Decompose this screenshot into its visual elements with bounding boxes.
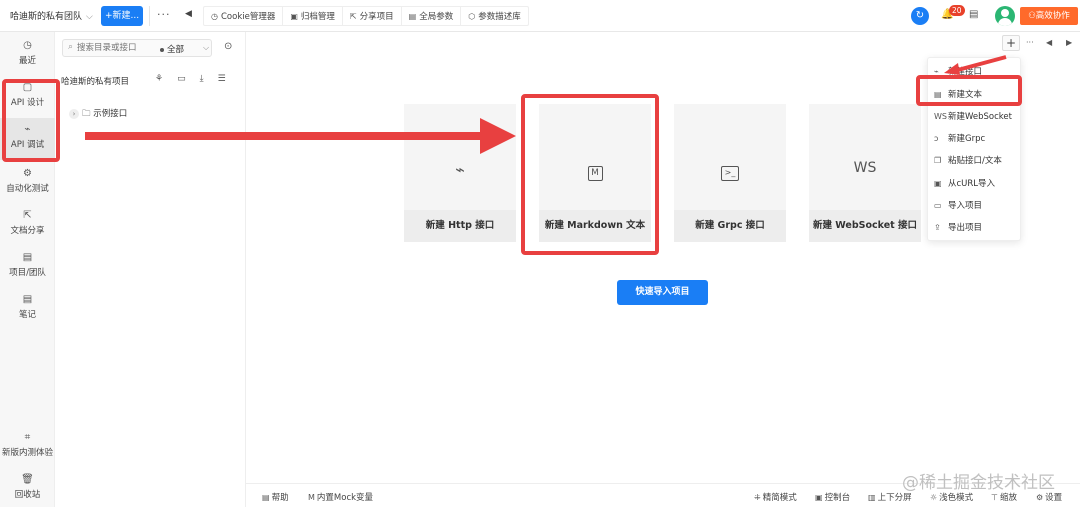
mock-vars-button[interactable]: M 内置Mock变量 bbox=[308, 491, 373, 503]
prev-tab-icon[interactable]: ◀ bbox=[1046, 38, 1052, 47]
nav-item-doc-share[interactable]: ⇱ 文档分享 bbox=[0, 210, 55, 236]
menu-item-curl-import[interactable]: ▣ 从cURL导入 bbox=[934, 177, 1020, 189]
tab-share-project[interactable]: ⇱ 分享项目 bbox=[343, 7, 402, 25]
split-icon: ▥ bbox=[868, 493, 876, 502]
websocket-icon: WS bbox=[853, 160, 877, 176]
note-icon: ▤ bbox=[22, 294, 33, 305]
tree-item[interactable]: › 🗀 示例接口 bbox=[69, 107, 127, 122]
compact-icon: ⁜ bbox=[754, 493, 761, 502]
document-icon[interactable]: ▤ bbox=[969, 9, 978, 20]
automation-icon: ⚙ bbox=[23, 168, 32, 179]
highlight-new-text bbox=[916, 75, 1022, 106]
annotation-arrow-small bbox=[944, 55, 1007, 75]
toolbar-tabs: ◷ Cookie管理器 ▣ 归档管理 ⇱ 分享项目 ▤ 全局参数 ⬡ 参数描述库 bbox=[203, 6, 529, 26]
chevron-right-icon[interactable]: › bbox=[69, 109, 79, 119]
filter-dot-icon bbox=[160, 47, 164, 52]
back-icon[interactable]: ◀ bbox=[185, 9, 192, 19]
menu-item-export-project[interactable]: ⇪ 导出项目 bbox=[934, 221, 1020, 233]
avatar[interactable] bbox=[995, 6, 1015, 26]
chevron-down-icon: ⌵ bbox=[86, 12, 93, 22]
folder-icon: 🗀 bbox=[82, 109, 91, 119]
more-icon[interactable]: ··· bbox=[157, 8, 171, 21]
websocket-icon: WS bbox=[934, 112, 947, 121]
project-name: 哈迪斯的私有项目 bbox=[61, 77, 130, 87]
zoom-icon: ⊤ bbox=[991, 493, 998, 502]
nav-item-project-team[interactable]: ▤ 项目/团队 bbox=[0, 252, 55, 278]
share-tree-icon[interactable]: ⚘ bbox=[155, 74, 163, 84]
search-box: ⌕ 全部 ⌵ bbox=[62, 39, 212, 57]
menu-item-new-websocket[interactable]: WS新建WebSocket bbox=[934, 110, 1020, 122]
mock-icon: M bbox=[308, 493, 315, 502]
nav-item-notes[interactable]: ▤ 笔记 bbox=[0, 294, 55, 320]
archive-icon: ▣ bbox=[290, 11, 298, 21]
team-selector[interactable]: 哈迪斯的私有团队 ⌵ bbox=[10, 9, 93, 22]
sun-icon: ☼ bbox=[930, 493, 938, 502]
curl-icon: ▣ bbox=[934, 179, 942, 188]
terminal-icon: >_ bbox=[721, 166, 739, 181]
grpc-icon: ↄ bbox=[934, 134, 939, 143]
share-icon: ⇱ bbox=[349, 11, 357, 21]
paste-icon: ❐ bbox=[934, 156, 942, 165]
nav-item-recent[interactable]: ◷ 最近 bbox=[0, 40, 55, 66]
team-name: 哈迪斯的私有团队 bbox=[10, 12, 83, 22]
collaboration-button[interactable]: ⚇高效协作 bbox=[1020, 7, 1078, 25]
tab-param-library[interactable]: ⬡ 参数描述库 bbox=[461, 7, 528, 25]
add-icon[interactable]: + bbox=[1002, 35, 1020, 51]
locate-icon[interactable]: ⊙ bbox=[224, 41, 232, 52]
top-bar: 哈迪斯的私有团队 ⌵ +新建... ··· ◀ ◷ Cookie管理器 ▣ 归档管理 … bbox=[0, 0, 1080, 32]
tab-global-params[interactable]: ▤ 全局参数 bbox=[402, 7, 462, 25]
annotation-arrow bbox=[85, 132, 495, 140]
help-button[interactable]: ▤ 帮助 bbox=[262, 491, 289, 503]
params-icon: ▤ bbox=[408, 11, 417, 21]
console-icon: ▣ bbox=[815, 493, 823, 502]
new-websocket-card[interactable]: WS 新建 WebSocket 接口 bbox=[809, 104, 921, 242]
highlight-markdown-card bbox=[521, 94, 659, 255]
new-folder-icon[interactable]: ▭ bbox=[177, 74, 186, 84]
nav-item-trash[interactable]: 🗑 回收站 bbox=[0, 474, 55, 500]
cube-icon: ⬡ bbox=[468, 11, 476, 21]
divider bbox=[149, 6, 150, 26]
chevron-down-icon[interactable]: ⌵ bbox=[203, 43, 209, 53]
trash-icon: 🗑 bbox=[21, 474, 34, 485]
highlight-nav bbox=[2, 79, 60, 162]
download-icon[interactable]: ⤓ bbox=[200, 74, 204, 84]
compact-mode-button[interactable]: ⁜ 精简模式 bbox=[754, 491, 797, 503]
nav-item-automation[interactable]: ⚙ 自动化测试 bbox=[0, 168, 55, 194]
sort-icon[interactable]: ☰ bbox=[218, 74, 226, 84]
beta-icon: ⌗ bbox=[24, 432, 31, 443]
new-grpc-card[interactable]: >_ 新建 Grpc 接口 bbox=[674, 104, 786, 242]
tab-cookie-manager[interactable]: ◷ Cookie管理器 bbox=[204, 7, 284, 25]
tab-archive[interactable]: ▣ 归档管理 bbox=[283, 7, 343, 25]
sidebar: ⌕ 全部 ⌵ ⊙ 哈迪斯的私有项目 ⚘ ▭ ⤓ ☰ ›🗀 示例接口 bbox=[55, 32, 246, 507]
project-icon: ▤ bbox=[22, 252, 33, 263]
share-icon: ⇱ bbox=[23, 210, 32, 221]
gear-icon: ⚙ bbox=[1036, 493, 1044, 502]
import-icon: ▭ bbox=[934, 201, 942, 210]
clock-icon: ◷ bbox=[23, 40, 32, 51]
new-button[interactable]: +新建... bbox=[101, 6, 143, 26]
menu-item-new-grpc[interactable]: ↄ 新建Grpc bbox=[934, 132, 1020, 144]
help-icon: ▤ bbox=[262, 493, 270, 502]
filter-select[interactable]: 全部 bbox=[160, 43, 184, 55]
project-actions: ⚘ ▭ ⤓ ☰ bbox=[155, 74, 226, 84]
watermark: @稀土掘金技术社区 bbox=[902, 473, 1055, 493]
search-icon: ⌕ bbox=[68, 42, 74, 52]
next-tab-icon[interactable]: ▶ bbox=[1066, 38, 1072, 47]
annotation-arrow-head bbox=[480, 118, 516, 154]
menu-item-import-project[interactable]: ▭ 导入项目 bbox=[934, 199, 1020, 211]
sync-icon[interactable]: ↻ bbox=[911, 7, 929, 25]
more-icon[interactable]: ··· bbox=[1026, 38, 1034, 47]
plug-icon: ⌁ bbox=[455, 160, 465, 179]
console-button[interactable]: ▣ 控制台 bbox=[815, 491, 850, 503]
export-icon: ⇪ bbox=[934, 223, 941, 232]
quick-import-button[interactable]: 快速导入项目 bbox=[617, 280, 708, 305]
notification-badge: 20 bbox=[949, 5, 965, 16]
cookie-icon: ◷ bbox=[211, 11, 218, 21]
nav-item-beta[interactable]: ⌗ 新版内测体验 bbox=[0, 432, 55, 458]
menu-item-paste[interactable]: ❐ 粘贴接口/文本 bbox=[934, 154, 1020, 166]
search-input[interactable] bbox=[77, 41, 157, 55]
